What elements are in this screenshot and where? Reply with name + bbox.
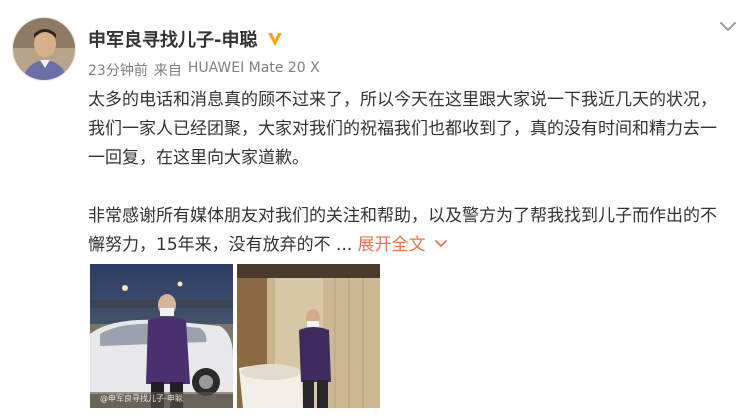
post-time[interactable]: 23分钟前	[88, 60, 148, 80]
source-device: HUAWEI Mate 20 X	[187, 60, 320, 76]
post-photo-1[interactable]	[90, 264, 233, 408]
expand-full-text-link[interactable]: 展开全文	[352, 235, 447, 255]
post-meta: 23分钟前 来自 HUAWEI Mate 20 X	[88, 60, 320, 80]
chevron-down-icon	[434, 240, 447, 248]
expand-label: 展开全文	[357, 235, 426, 255]
avatar-photo	[13, 18, 75, 80]
source-prefix: 来自	[153, 63, 182, 79]
chevron-down-icon[interactable]	[719, 20, 737, 34]
post-body: 太多的电话和消息真的顾不过来了，所以今天在这里跟大家说一下我近几天的状况，我们一…	[88, 86, 728, 260]
photo-man-in-bathroom	[237, 264, 380, 408]
post-paragraph-2: 非常感谢所有媒体朋友对我们的关注和帮助，以及警方为了帮我找到儿子而作出的不懈努力…	[88, 202, 728, 260]
photo-man-by-car	[90, 264, 233, 408]
post-photo-2[interactable]	[237, 264, 380, 408]
post-paragraph-1: 太多的电话和消息真的顾不过来了，所以今天在这里跟大家说一下我近几天的状况，我们一…	[88, 90, 717, 168]
author-row: 申军良寻找儿子-申聪	[88, 26, 285, 52]
verified-badge-icon	[268, 33, 283, 46]
avatar[interactable]	[12, 17, 76, 81]
photo-watermark: @申军良寻找儿子-申聪	[100, 394, 183, 403]
author-name[interactable]: 申军良寻找儿子-申聪	[88, 26, 257, 52]
